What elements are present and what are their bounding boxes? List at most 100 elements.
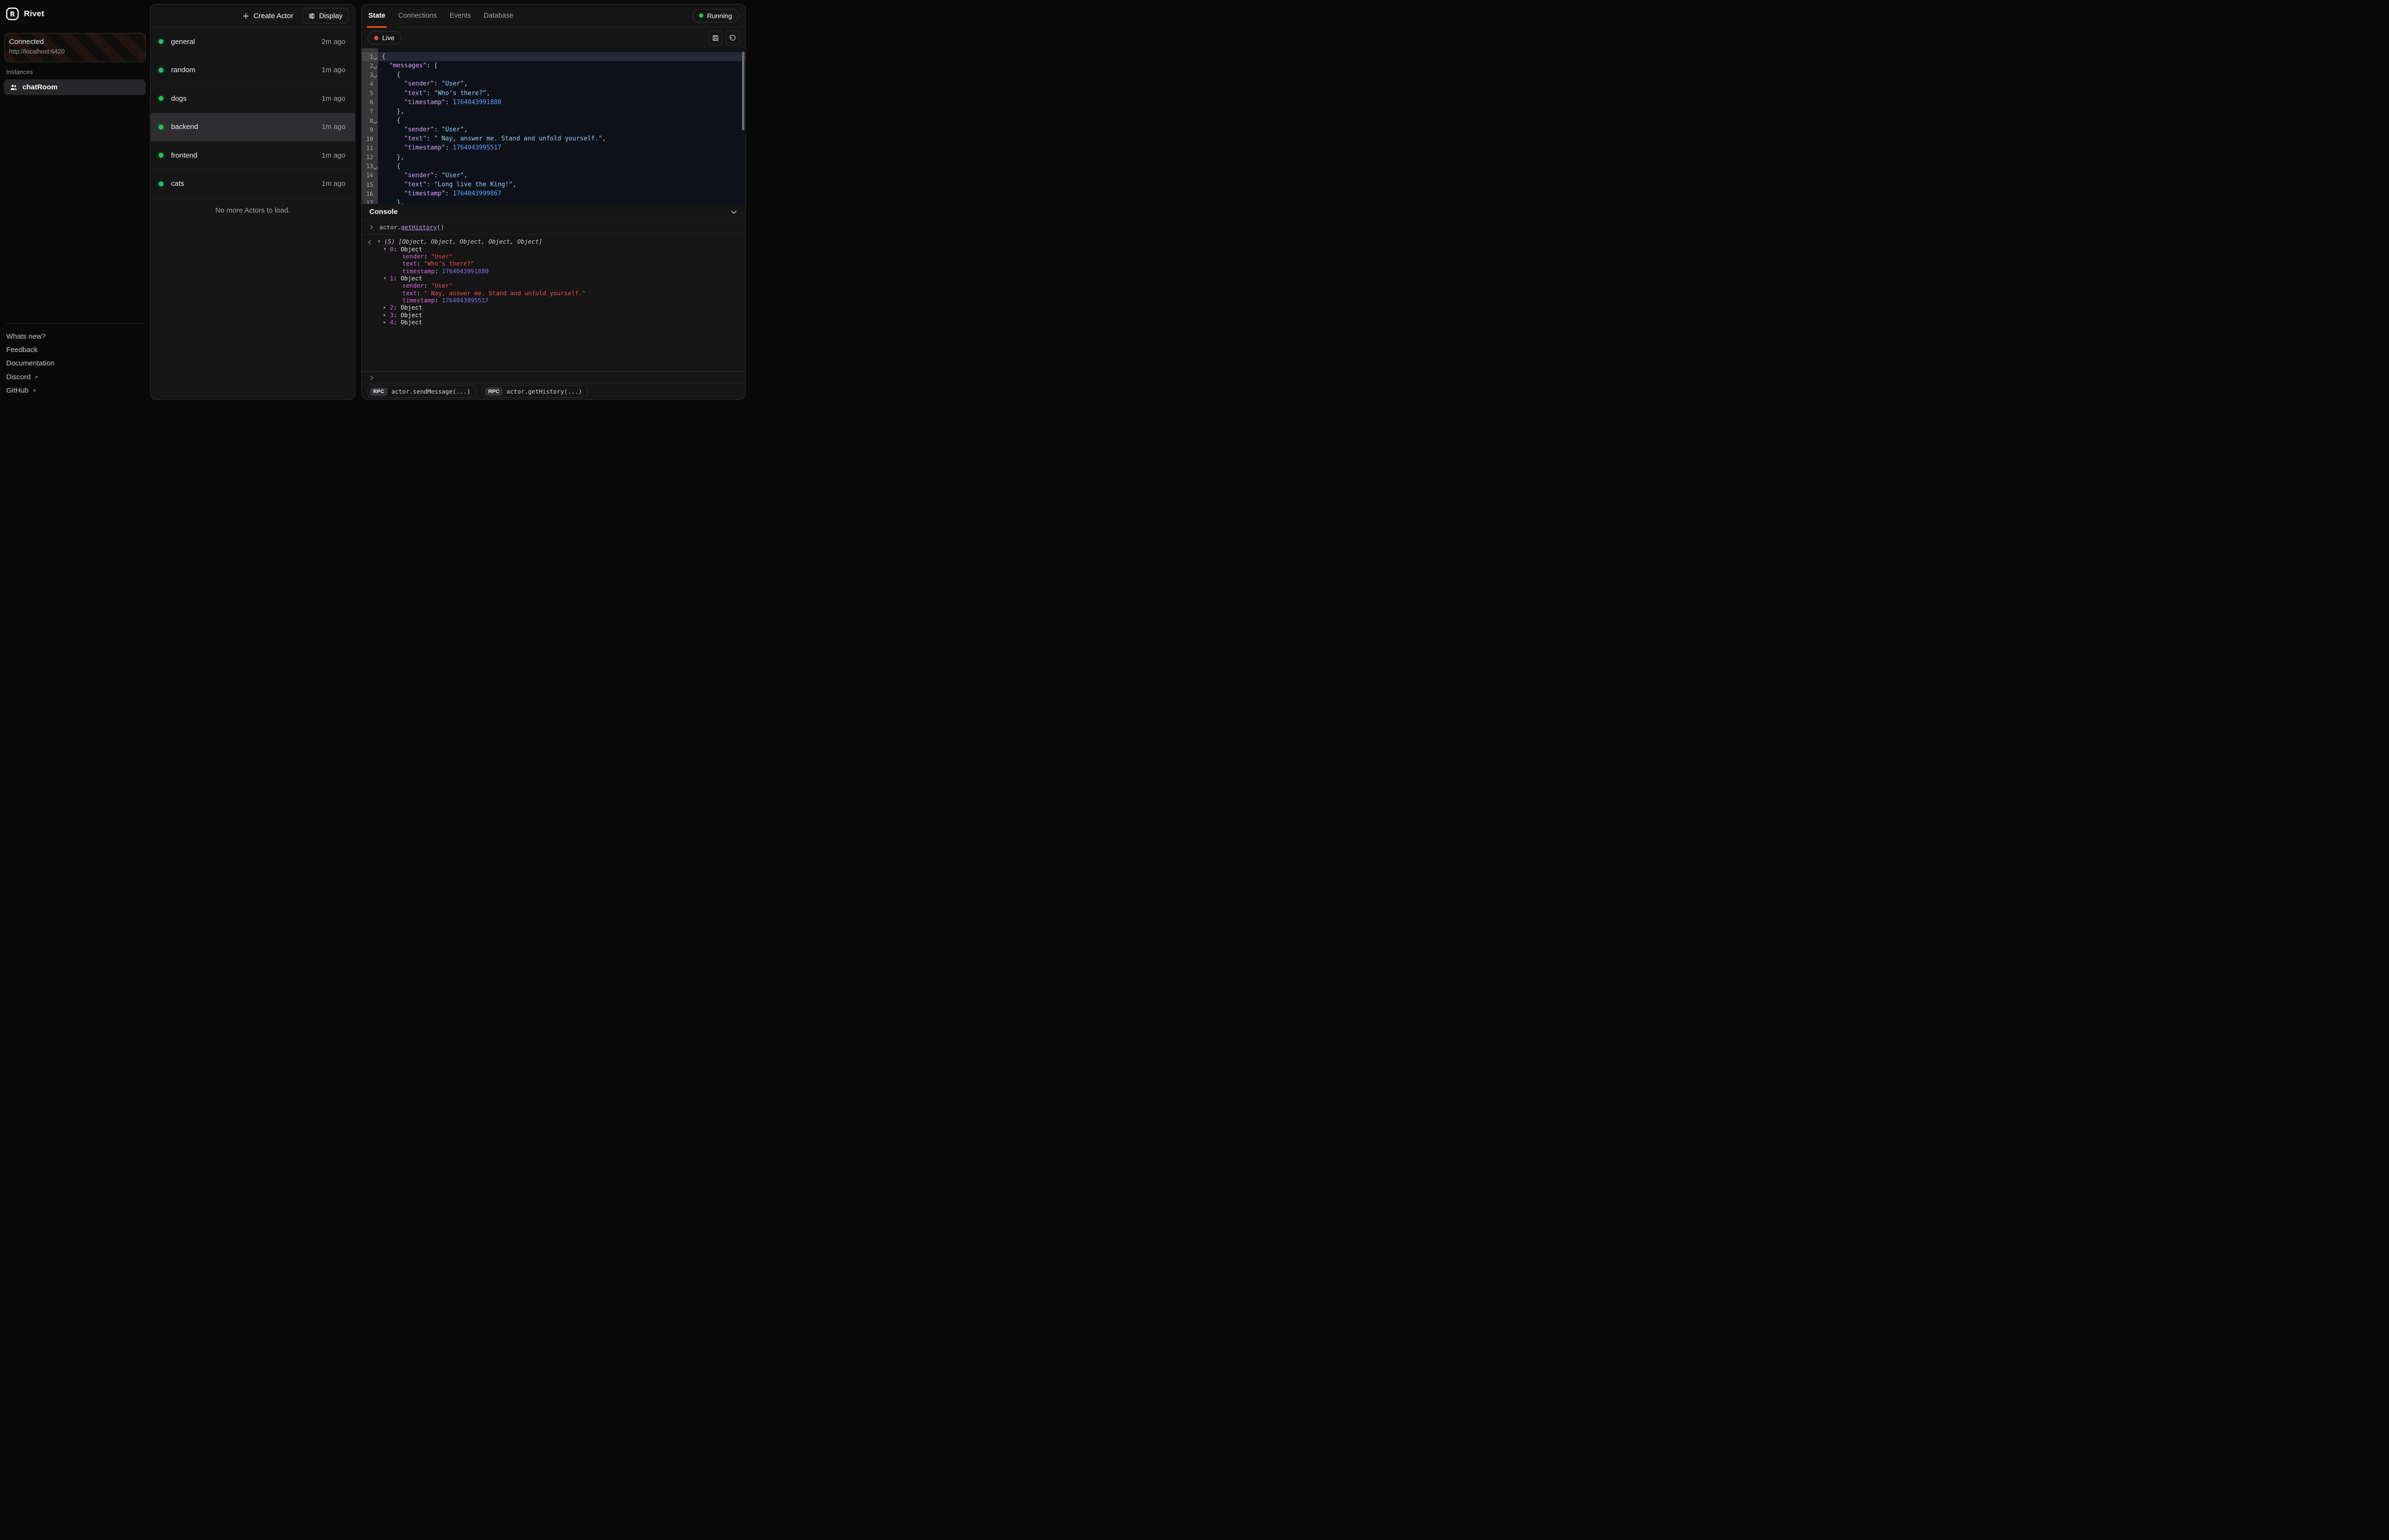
actor-name: dogs: [171, 95, 314, 103]
display-button[interactable]: Display: [302, 8, 349, 23]
expander-open-icon[interactable]: ▼: [378, 239, 384, 244]
green-status-dot: [159, 39, 163, 44]
create-actor-button[interactable]: Create Actor: [237, 9, 299, 23]
tab-events[interactable]: Events: [450, 4, 471, 27]
object-index: 1: [390, 275, 394, 282]
sidebar-link-documentation[interactable]: Documentation: [6, 357, 145, 370]
tree-object-row[interactable]: ▼0: Object: [384, 245, 745, 252]
colon: :: [424, 253, 431, 260]
tab-state[interactable]: State: [368, 4, 385, 27]
rpc-shortcut-button[interactable]: RPCactor.getHistory(...): [483, 385, 588, 398]
code-content: "text": " Nay, answer me. Stand and unfo…: [378, 134, 745, 143]
rpc-shortcut-button[interactable]: RPC actor.sendMessage(...): [367, 385, 476, 398]
tab-database[interactable]: Database: [484, 4, 513, 27]
sidebar: R Rivet Connected http://localhost:6420 …: [0, 0, 150, 404]
rpc-chip: RPC: [370, 387, 387, 396]
code-line: 5"text": "Who’s there?",: [362, 89, 745, 98]
fold-chevron-icon[interactable]: [373, 56, 377, 60]
actors-panel: Create Actor Display general2m agorandom…: [150, 4, 355, 400]
revert-button[interactable]: [726, 31, 740, 45]
actor-last-active: 1m ago: [322, 123, 345, 131]
line-number: 10: [362, 134, 378, 143]
property-value: " Nay, answer me. Stand and unfold yours…: [424, 289, 586, 297]
running-status-badge: Running: [692, 9, 739, 22]
chevron-down-icon[interactable]: [730, 208, 738, 216]
editor-scrollbar[interactable]: [742, 52, 744, 130]
green-status-dot: [159, 96, 163, 101]
line-number: 11: [362, 143, 378, 152]
connection-url: http://localhost:6420: [9, 48, 141, 55]
actor-row[interactable]: cats1m ago: [151, 170, 355, 199]
code-content: {: [378, 162, 745, 171]
console-header[interactable]: Console: [362, 204, 745, 220]
sidebar-link-feedback[interactable]: Feedback: [6, 343, 145, 356]
fold-chevron-icon[interactable]: [373, 65, 377, 69]
actor-row[interactable]: backend 1m ago: [151, 113, 355, 142]
tree-object-row[interactable]: ▶2: Object: [384, 304, 745, 311]
fold-chevron-icon[interactable]: [373, 165, 377, 169]
green-status-dot: [159, 182, 163, 186]
inspector-panel: State Connections Events Database Running L…: [361, 4, 746, 400]
tree-object-row[interactable]: ▼1: Object: [384, 275, 745, 282]
tab-connections[interactable]: Connections: [398, 4, 437, 27]
state-json-editor[interactable]: 1{2"messages": [3{4"sender": "User",5"te…: [362, 48, 745, 204]
code-line: 16"timestamp": 1764043999867: [362, 189, 745, 198]
rivet-logo-icon: R: [6, 7, 19, 21]
code-content: "timestamp": 1764043999867: [378, 189, 745, 198]
fold-chevron-icon[interactable]: [373, 74, 377, 78]
actor-last-active: 1m ago: [322, 180, 345, 188]
sidebar-footer-links: Whats new? Feedback DocumentationDiscord Gi…: [6, 323, 145, 397]
save-icon: [712, 34, 719, 42]
echo-method-link[interactable]: getHistory: [401, 224, 437, 231]
object-label: : Object: [394, 311, 422, 319]
sidebar-item-chatroom[interactable]: chatRoom: [4, 79, 146, 95]
sidebar-link-github[interactable]: GitHub: [6, 384, 145, 397]
live-badge[interactable]: Live: [367, 31, 401, 44]
actor-row[interactable]: general2m ago: [151, 28, 355, 56]
property-key: text: [402, 260, 417, 267]
green-status-dot: [159, 68, 163, 73]
code-content: {: [378, 70, 745, 79]
summary-text: (5) [Object, Object, Object, Object, Obj…: [384, 238, 542, 245]
red-live-dot: [374, 36, 378, 40]
rpc-label: actor.sendMessage(...): [391, 388, 471, 395]
save-button[interactable]: [709, 31, 722, 45]
actor-row[interactable]: frontend1m ago: [151, 141, 355, 170]
colon: :: [417, 289, 424, 297]
undo-icon: [729, 34, 736, 42]
actor-row[interactable]: random1m ago: [151, 56, 355, 85]
actor-row[interactable]: dogs1m ago: [151, 85, 355, 113]
connection-status-card[interactable]: Connected http://localhost:6420: [4, 33, 146, 62]
line-number: 16: [362, 189, 378, 198]
tree-property-row: text: "Who’s there?": [402, 260, 745, 267]
sidebar-link-discord[interactable]: Discord: [6, 370, 145, 384]
tree-object-row[interactable]: ▶3: Object: [384, 311, 745, 318]
tree-object-row[interactable]: ▶4: Object: [384, 319, 745, 326]
property-value: "Who’s there?": [424, 260, 474, 267]
fold-chevron-icon[interactable]: [373, 120, 377, 124]
sidebar-link-label: Feedback: [6, 346, 38, 354]
object-label: : Object: [394, 319, 422, 326]
tree-property-row: text: " Nay, answer me. Stand and unfold…: [402, 289, 745, 296]
actor-last-active: 2m ago: [322, 38, 345, 46]
expander-closed-icon[interactable]: ▶: [384, 320, 390, 324]
echo-suffix: (): [437, 224, 444, 231]
brand-name: Rivet: [24, 9, 44, 19]
object-index: 0: [390, 246, 394, 253]
expander-open-icon[interactable]: ▼: [384, 276, 390, 280]
actor-name: frontend: [171, 151, 314, 160]
expander-closed-icon[interactable]: ▶: [384, 305, 390, 310]
console-input[interactable]: [362, 372, 745, 383]
code-line: 14"sender": "User",: [362, 171, 745, 180]
actor-name: backend: [171, 123, 314, 131]
line-number: 14: [362, 171, 378, 180]
line-number: 2: [362, 61, 378, 70]
sidebar-link-label: GitHub: [6, 386, 29, 395]
line-number: 1: [362, 52, 378, 61]
expander-closed-icon[interactable]: ▶: [384, 313, 390, 317]
create-actor-label: Create Actor: [253, 12, 293, 20]
code-line: 3{: [362, 70, 745, 79]
actor-last-active: 1m ago: [322, 66, 345, 74]
sidebar-link-whats-new-[interactable]: Whats new?: [6, 330, 145, 343]
expander-open-icon[interactable]: ▼: [384, 247, 390, 251]
